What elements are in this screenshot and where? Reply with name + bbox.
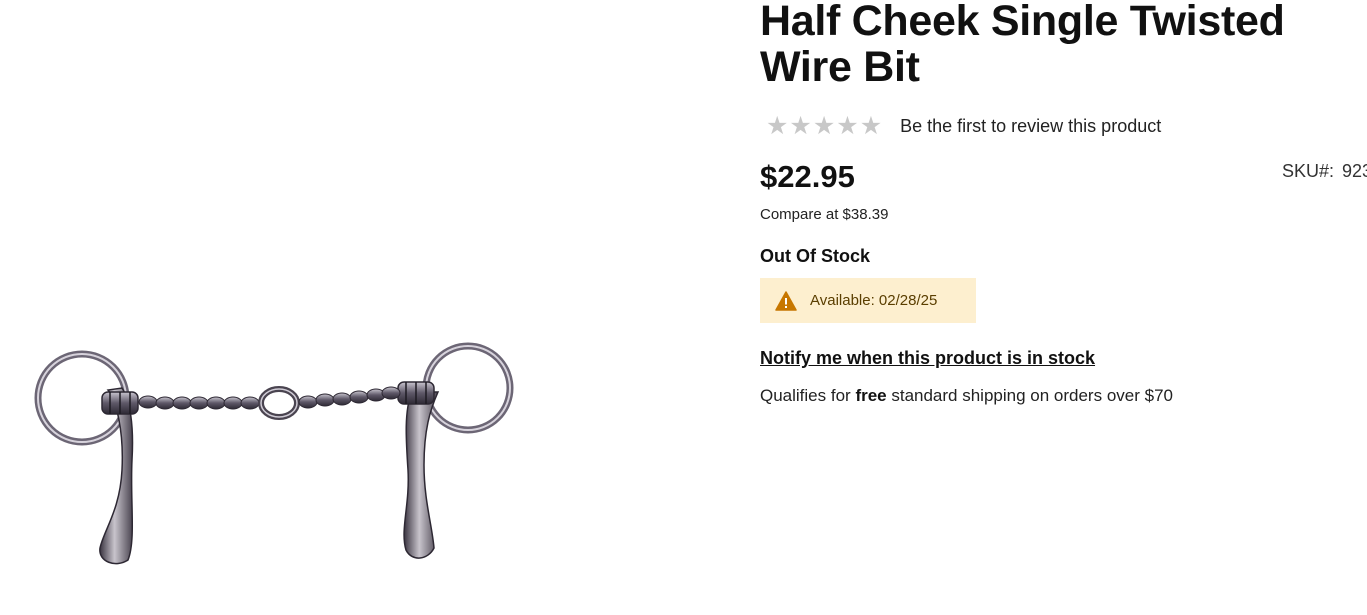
shipping-suffix: standard shipping on orders over $70: [886, 386, 1173, 405]
star-icon: ★: [812, 112, 836, 140]
sku: SKU#: 923: [1282, 161, 1367, 182]
shipping-free: free: [855, 386, 887, 405]
notify-in-stock-link[interactable]: Notify me when this product is in stock: [760, 348, 1095, 369]
star-icon: ★: [859, 112, 883, 140]
product-title: Half Cheek Single Twisted Wire Bit: [760, 0, 1285, 91]
product-image-pane: [0, 0, 720, 615]
star-icon: ★: [789, 112, 812, 140]
write-review-link[interactable]: Be the first to review this product: [900, 116, 1161, 137]
shipping-prefix: Qualifies for: [760, 386, 856, 405]
product-image[interactable]: [20, 330, 530, 575]
availability-notice: Available: 02/28/25: [760, 278, 976, 323]
sku-value: 923: [1342, 161, 1367, 181]
availability-date: Available: 02/28/25: [810, 292, 938, 309]
compare-at-price: Compare at $38.39: [760, 206, 889, 223]
star-icon: ★: [766, 112, 789, 140]
product-price: $22.95: [760, 159, 855, 194]
product-page: Half Cheek Single Twisted Wire Bit ★ ★ ★…: [0, 0, 1367, 615]
sku-label: SKU#:: [1282, 161, 1335, 181]
product-info: Half Cheek Single Twisted Wire Bit ★ ★ ★…: [760, 0, 1367, 615]
stock-status: Out Of Stock: [760, 246, 871, 266]
rating-row: ★ ★ ★ ★ ★ Be the first to review this pr…: [766, 112, 1161, 140]
star-icon: ★: [836, 112, 859, 140]
shipping-info: Qualifies for free standard shipping on …: [760, 386, 1173, 406]
star-rating[interactable]: ★ ★ ★ ★ ★: [766, 112, 882, 140]
warning-icon: [775, 290, 797, 311]
